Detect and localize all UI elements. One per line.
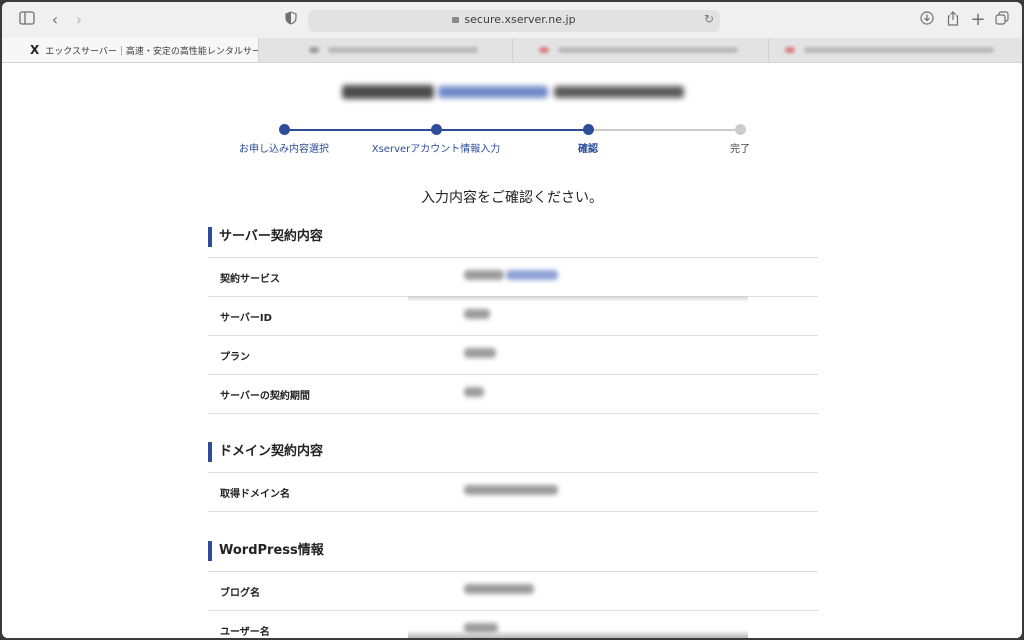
- table-row: サーバーの契約期間: [208, 374, 818, 413]
- table-row: プラン: [208, 335, 818, 374]
- table-row: 契約サービス: [208, 257, 818, 296]
- stepper-line-todo: [588, 129, 740, 131]
- download-icon[interactable]: [918, 11, 936, 29]
- browser-window: ‹ › secure.xserver.ne.jp ↻ + X エックスサーバー｜高…: [2, 2, 1022, 638]
- row-value-redacted: [464, 348, 496, 358]
- table-row: 取得ドメイン名: [208, 472, 818, 511]
- table-divider: [208, 413, 818, 414]
- row-value-redacted: [464, 485, 558, 495]
- step-label-1: お申し込み内容選択: [239, 144, 329, 155]
- render-artifact: [408, 296, 748, 302]
- xserver-favicon-icon: X: [30, 43, 40, 57]
- row-label: 取得ドメイン名: [220, 489, 290, 500]
- row-value-redacted: [464, 270, 504, 280]
- step-label-2: Xserverアカウント情報入力: [371, 144, 501, 155]
- new-tab-plus-icon[interactable]: +: [969, 11, 987, 29]
- back-arrow-icon[interactable]: ‹: [46, 11, 64, 29]
- sidebar-toggle-icon[interactable]: [18, 11, 36, 29]
- step-label-3: 確認: [578, 144, 598, 155]
- render-artifact: [408, 630, 748, 638]
- reload-icon[interactable]: ↻: [704, 12, 714, 26]
- row-value-redacted: [464, 387, 484, 397]
- section-heading-wordpress: WordPress情報: [208, 541, 324, 561]
- tab-3[interactable]: [512, 38, 769, 62]
- privacy-shield-icon[interactable]: [282, 11, 300, 29]
- row-value-redacted: [464, 309, 490, 319]
- step-dot-1: [279, 124, 290, 135]
- step-dot-2: [431, 124, 442, 135]
- share-icon[interactable]: [944, 11, 962, 29]
- address-bar[interactable]: secure.xserver.ne.jp ↻: [308, 10, 720, 32]
- section-heading-server: サーバー契約内容: [208, 227, 323, 247]
- row-label: ブログ名: [220, 588, 260, 599]
- confirm-message: 入力内容をご確認ください。: [421, 190, 603, 206]
- table-divider: [208, 511, 818, 512]
- step-label-4: 完了: [730, 144, 750, 155]
- page-title-redacted: [342, 83, 687, 101]
- row-label: 契約サービス: [220, 274, 280, 285]
- progress-stepper: お申し込み内容選択 Xserverアカウント情報入力 確認 完了: [232, 123, 792, 163]
- forward-arrow-icon[interactable]: ›: [70, 11, 88, 29]
- row-label: プラン: [220, 352, 250, 363]
- tab-bar: X エックスサーバー｜高速・安定の高性能レンタルサーバー: [2, 38, 1022, 63]
- row-value-redacted-link: [506, 270, 558, 280]
- browser-toolbar: ‹ › secure.xserver.ne.jp ↻ +: [2, 2, 1022, 39]
- tab-xserver[interactable]: X エックスサーバー｜高速・安定の高性能レンタルサーバー: [2, 38, 258, 62]
- page-content: お申し込み内容選択 Xserverアカウント情報入力 確認 完了 入力内容をご確…: [2, 63, 1022, 638]
- tab-title: エックスサーバー｜高速・安定の高性能レンタルサーバー: [45, 47, 258, 57]
- step-dot-4: [735, 124, 746, 135]
- tab-2[interactable]: [258, 38, 513, 62]
- row-value-redacted: [464, 584, 534, 594]
- step-dot-3: [583, 124, 594, 135]
- row-label: ユーザー名: [220, 627, 270, 638]
- table-row: ブログ名: [208, 571, 818, 610]
- lock-icon: [452, 17, 460, 23]
- tab-overview-icon[interactable]: [993, 11, 1011, 29]
- row-label: サーバーID: [220, 313, 272, 324]
- url-text: secure.xserver.ne.jp: [464, 13, 576, 26]
- tab-4[interactable]: [768, 38, 1022, 62]
- row-label: サーバーの契約期間: [220, 391, 310, 402]
- section-heading-domain: ドメイン契約内容: [208, 442, 323, 462]
